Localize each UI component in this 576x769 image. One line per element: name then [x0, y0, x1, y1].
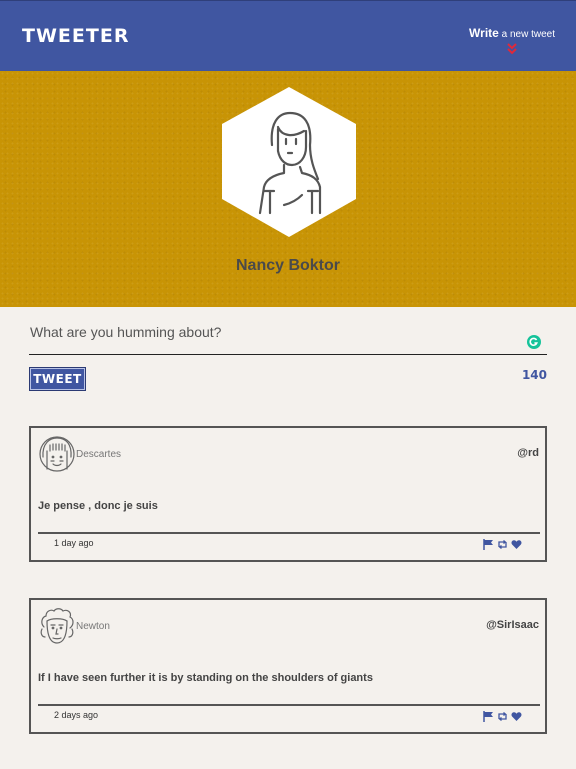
- tweet-author-name: Descartes: [76, 449, 122, 460]
- retweet-icon[interactable]: [497, 709, 508, 721]
- woman-avatar-icon: [222, 87, 356, 237]
- grammarly-icon[interactable]: [527, 335, 541, 349]
- profile-header: Nancy Boktor: [0, 71, 576, 307]
- newton-avatar-icon: [40, 608, 74, 644]
- character-counter: 140: [521, 368, 547, 382]
- tweet-timestamp: 2 days ago: [54, 710, 99, 720]
- tweet-button[interactable]: TWEET: [29, 367, 86, 391]
- input-underline: [29, 354, 547, 355]
- tweet-card: Newton @SirIsaac If I have seen further …: [29, 598, 547, 734]
- flag-icon[interactable]: [483, 537, 494, 550]
- tweet-author-handle: @rd: [517, 447, 539, 459]
- heart-icon[interactable]: [511, 537, 522, 549]
- descartes-avatar-icon: [39, 436, 75, 472]
- tweet-author-handle: @SirIsaac: [486, 619, 539, 631]
- tweet-text: If I have seen further it is by standing…: [38, 672, 373, 684]
- write-label-bold: Write: [469, 26, 499, 40]
- tweet-text: Je pense , donc je suis: [38, 500, 158, 512]
- write-label-rest: a new tweet: [498, 29, 555, 40]
- profile-name: Nancy Boktor: [235, 257, 341, 274]
- double-chevron-down-icon: [507, 43, 517, 55]
- tweet-actions: [483, 537, 522, 550]
- tweet-divider: [38, 532, 540, 534]
- tweet-actions: [483, 709, 522, 722]
- tweet-card: Descartes @rd Je pense , donc je suis 1 …: [29, 426, 547, 562]
- tweet-divider: [38, 704, 540, 706]
- top-nav: TWEETER Write a new tweet: [0, 0, 576, 71]
- heart-icon[interactable]: [511, 709, 522, 721]
- tweet-input[interactable]: [29, 319, 520, 345]
- flag-icon[interactable]: [483, 709, 494, 722]
- write-new-tweet-button[interactable]: Write a new tweet: [469, 24, 555, 55]
- profile-avatar: [222, 87, 356, 237]
- tweet-author-name: Newton: [76, 621, 110, 632]
- retweet-icon[interactable]: [497, 537, 508, 549]
- brand-logo: TWEETER: [22, 25, 130, 47]
- tweet-timestamp: 1 day ago: [54, 538, 94, 548]
